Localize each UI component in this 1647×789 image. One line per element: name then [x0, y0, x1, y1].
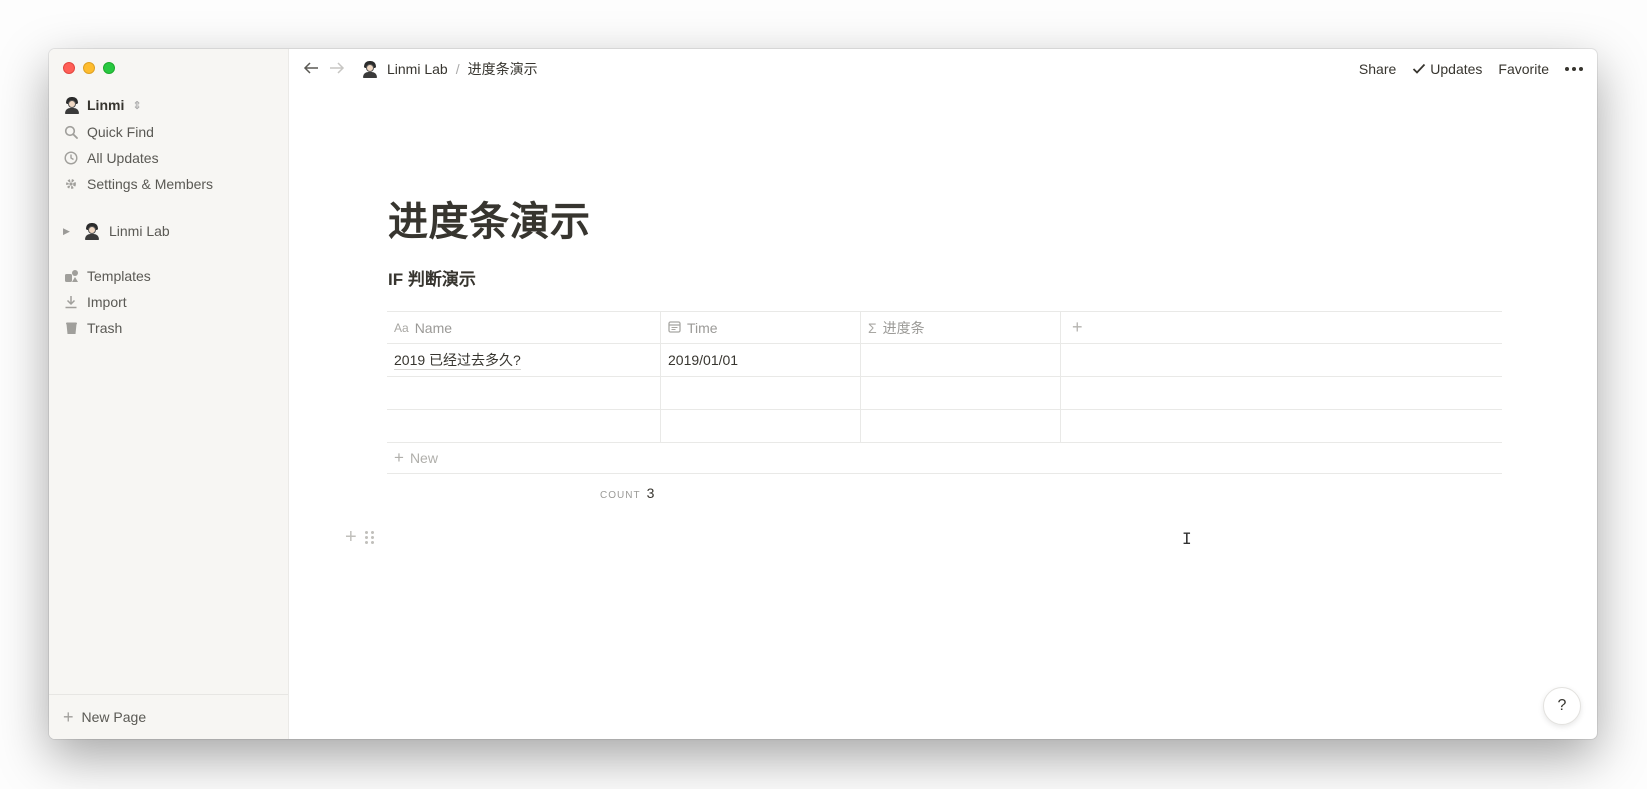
workspace-name: Linmi	[87, 97, 125, 113]
table-cell-time[interactable]	[661, 377, 861, 409]
column-header-name[interactable]: Aa Name	[387, 312, 661, 343]
table-cell-progress[interactable]	[861, 377, 1061, 409]
breadcrumb-root[interactable]: Linmi Lab	[387, 61, 448, 77]
text-type-icon: Aa	[394, 320, 409, 335]
database-table: Aa Name Time Σ 进度条 + 2019 已经过去多久? 2019/0…	[387, 311, 1502, 474]
sidebar-item-label: Linmi Lab	[109, 223, 170, 239]
minimize-window-button[interactable]	[83, 62, 95, 74]
calendar-icon	[668, 320, 681, 336]
add-block-icon[interactable]: +	[345, 527, 357, 547]
favorite-button[interactable]: Favorite	[1498, 61, 1549, 77]
table-cell-name[interactable]	[387, 377, 661, 409]
plus-icon: +	[394, 448, 404, 467]
forward-arrow-icon[interactable]	[329, 61, 345, 78]
sidebar-item-quick-find[interactable]: Quick Find	[63, 120, 154, 144]
top-actions: Share Updates Favorite	[1359, 61, 1583, 77]
column-label: 进度条	[882, 319, 925, 336]
sidebar-item-label: Trash	[87, 320, 123, 336]
sidebar-item-all-updates[interactable]: All Updates	[63, 146, 159, 170]
new-row-label: New	[409, 450, 438, 466]
close-window-button[interactable]	[63, 62, 75, 74]
block-controls: +	[345, 527, 374, 547]
column-label: Name	[414, 319, 453, 336]
table-row[interactable]: 2019 已经过去多久? 2019/01/01	[387, 344, 1502, 377]
table-cell-name[interactable]: 2019 已经过去多久?	[387, 344, 661, 376]
import-icon	[63, 294, 79, 310]
new-page-label: New Page	[81, 709, 147, 725]
maximize-window-button[interactable]	[103, 62, 115, 74]
new-row-button[interactable]: + New	[387, 443, 1502, 474]
topbar: Linmi Lab / 进度条演示 Share Updates Favorite	[289, 49, 1597, 89]
back-arrow-icon[interactable]	[303, 61, 319, 78]
column-header-time[interactable]: Time	[661, 312, 861, 343]
drag-handle-icon[interactable]	[364, 530, 374, 544]
new-page-button[interactable]: + New Page	[49, 694, 288, 739]
sidebar-item-label: Import	[87, 294, 127, 310]
sidebar: Linmi ⇕ Quick Find All Updates Settings …	[49, 49, 289, 739]
text-cursor-icon: I	[1182, 529, 1192, 548]
table-cell-time[interactable]	[661, 410, 861, 442]
table-cell-progress[interactable]	[861, 344, 1061, 376]
chevron-updown-icon: ⇕	[132, 99, 142, 112]
sidebar-item-label: Templates	[87, 268, 151, 284]
table-cell-empty	[1061, 344, 1502, 376]
table-row[interactable]	[387, 410, 1502, 443]
database-title[interactable]: IF 判断演示	[388, 265, 476, 290]
breadcrumb-separator: /	[455, 61, 460, 77]
checkmark-icon	[1413, 63, 1426, 74]
avatar-icon	[63, 96, 81, 114]
avatar-icon	[361, 60, 379, 78]
column-header-progress[interactable]: Σ 进度条	[861, 312, 1061, 343]
window-controls	[63, 62, 115, 74]
add-column-cell: +	[1061, 312, 1502, 343]
sidebar-item-linmi-lab[interactable]: ▶ Linmi Lab	[63, 219, 170, 243]
row-title[interactable]: 2019 已经过去多久?	[394, 351, 521, 370]
table-cell-empty	[1061, 410, 1502, 442]
breadcrumb-current-page[interactable]: 进度条演示	[468, 59, 538, 79]
plus-icon: +	[63, 706, 74, 727]
app-window: Linmi ⇕ Quick Find All Updates Settings …	[49, 49, 1597, 739]
table-header-row: Aa Name Time Σ 进度条 +	[387, 311, 1502, 344]
table-cell-name[interactable]	[387, 410, 661, 442]
sidebar-item-settings[interactable]: Settings & Members	[63, 172, 213, 196]
table-row[interactable]	[387, 377, 1502, 410]
more-options-icon[interactable]	[1565, 67, 1583, 71]
workspace-switcher[interactable]: Linmi ⇕	[63, 94, 142, 116]
history-nav	[303, 61, 345, 78]
sidebar-item-label: Quick Find	[87, 124, 154, 140]
sidebar-item-trash[interactable]: Trash	[63, 316, 122, 340]
count-summary[interactable]: COUNT 3	[600, 485, 654, 501]
expand-arrow-icon[interactable]: ▶	[63, 226, 75, 237]
page-title[interactable]: 进度条演示	[388, 189, 591, 247]
count-value: 3	[646, 485, 655, 501]
count-label: COUNT	[600, 490, 641, 501]
search-icon	[63, 124, 79, 140]
trash-icon	[63, 320, 79, 336]
add-column-icon[interactable]: +	[1068, 317, 1083, 338]
table-cell-empty	[1061, 377, 1502, 409]
formula-icon: Σ	[868, 319, 877, 336]
clock-icon	[63, 150, 79, 166]
help-button[interactable]: ?	[1543, 687, 1581, 725]
updates-label: Updates	[1430, 61, 1483, 77]
table-cell-progress[interactable]	[861, 410, 1061, 442]
sidebar-item-import[interactable]: Import	[63, 290, 127, 314]
share-button[interactable]: Share	[1359, 61, 1396, 77]
updates-button[interactable]: Updates	[1412, 61, 1482, 77]
column-label: Time	[687, 319, 718, 336]
table-cell-time[interactable]: 2019/01/01	[661, 344, 861, 376]
breadcrumb: Linmi Lab / 进度条演示	[361, 59, 538, 79]
sidebar-item-label: All Updates	[87, 150, 159, 166]
templates-icon	[63, 268, 79, 284]
sidebar-item-label: Settings & Members	[87, 176, 214, 192]
sidebar-item-templates[interactable]: Templates	[63, 264, 151, 288]
avatar-icon	[83, 222, 101, 240]
gear-icon	[63, 176, 79, 192]
